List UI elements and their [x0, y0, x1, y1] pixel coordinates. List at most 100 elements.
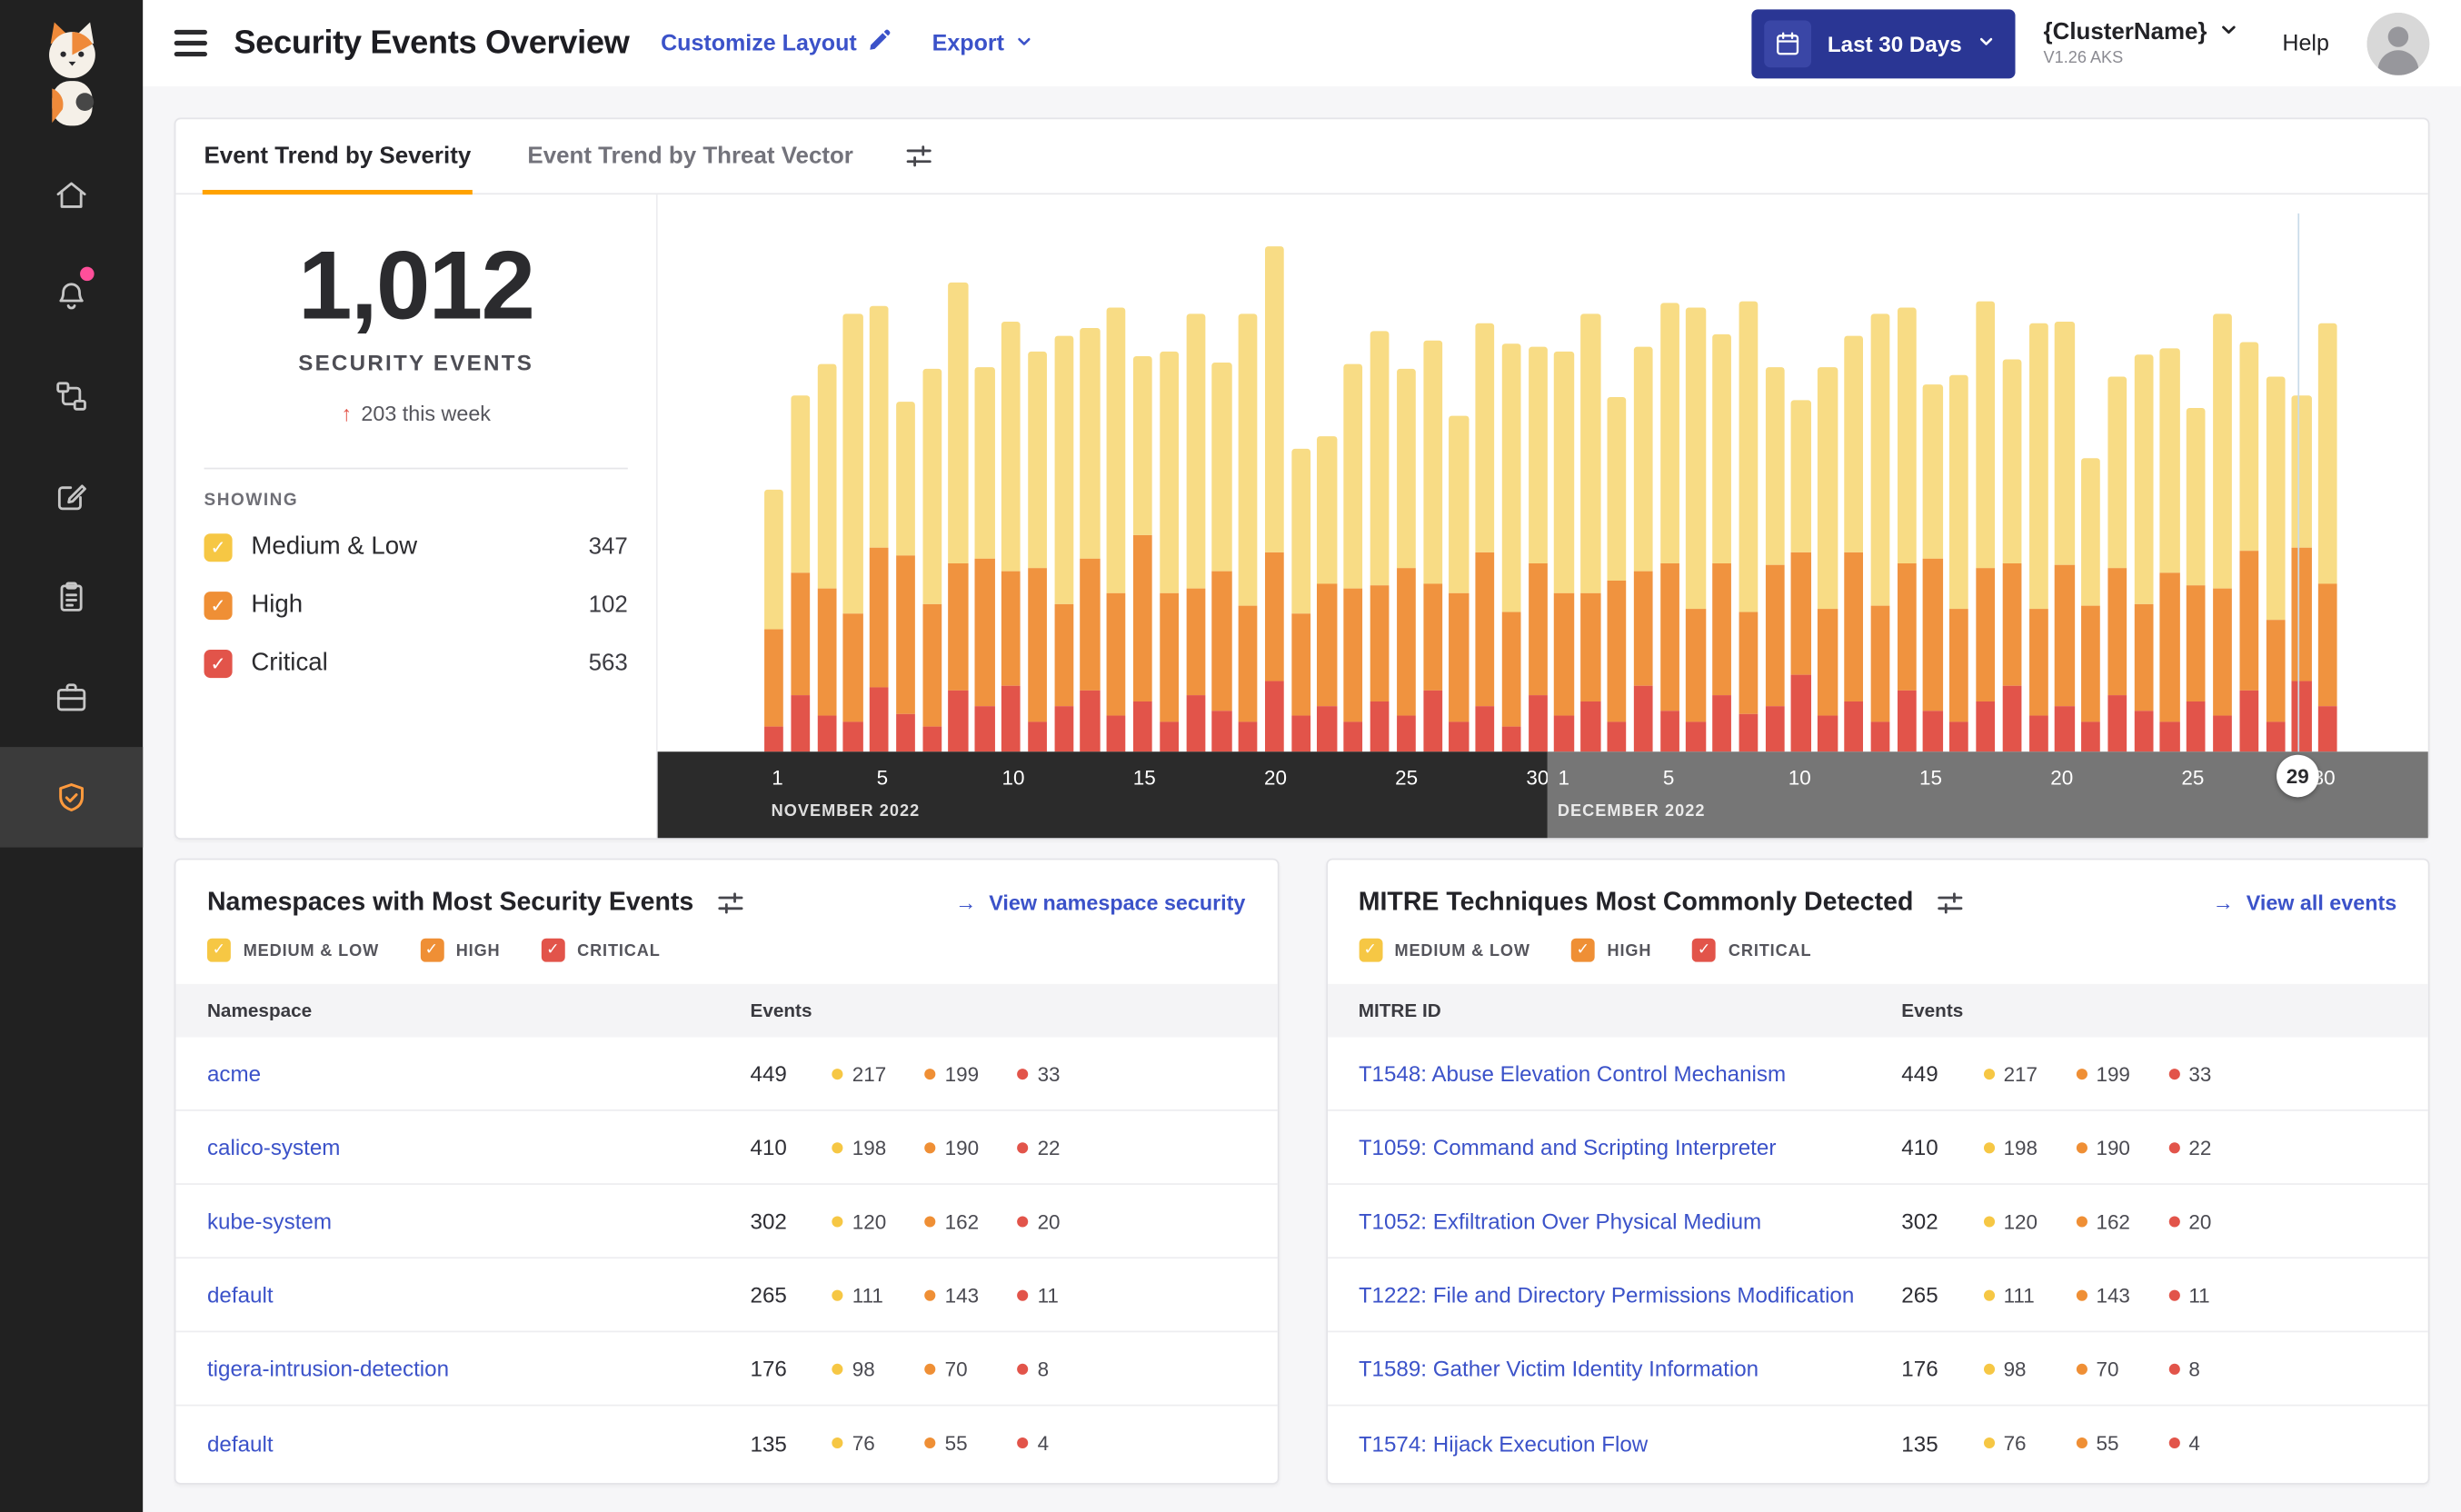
checkbox-checked[interactable]: ✓ — [206, 938, 231, 962]
checkbox-checked[interactable]: ✓ — [204, 649, 233, 678]
chart-bar[interactable] — [2081, 229, 2101, 752]
chart-settings-sliders-icon[interactable] — [903, 119, 933, 193]
row-link[interactable]: default — [207, 1282, 751, 1308]
help-link[interactable]: Help — [2282, 31, 2329, 56]
chart-bar[interactable] — [1264, 229, 1284, 752]
chart-bar[interactable] — [1659, 229, 1679, 752]
chart-bar[interactable] — [764, 229, 784, 752]
chart-bar[interactable] — [1211, 229, 1231, 752]
chart-bar[interactable] — [1422, 229, 1442, 752]
chart-bar[interactable] — [2239, 229, 2259, 752]
filter-high[interactable]: ✓ High — [1570, 938, 1652, 962]
chart-bar[interactable] — [791, 229, 811, 752]
checkbox-checked[interactable]: ✓ — [541, 938, 565, 962]
chart-bar[interactable] — [1027, 229, 1048, 752]
user-avatar[interactable] — [2366, 11, 2430, 75]
chart-bar[interactable] — [1106, 229, 1127, 752]
sidebar-item-security-events[interactable] — [0, 747, 144, 848]
row-link[interactable]: default — [207, 1430, 751, 1456]
checkbox-checked[interactable]: ✓ — [1358, 938, 1382, 962]
chart-bar[interactable] — [1132, 229, 1153, 752]
card-settings-sliders-icon[interactable] — [1936, 889, 1966, 919]
checkbox-checked[interactable]: ✓ — [1570, 938, 1595, 962]
chart-bar[interactable] — [1001, 229, 1021, 752]
filter-critical[interactable]: ✓ Critical — [1692, 938, 1811, 962]
chart-bar[interactable] — [1712, 229, 1732, 752]
export-button[interactable]: Export — [932, 31, 1032, 55]
calico-cat-logo[interactable] — [25, 13, 116, 129]
checkbox-checked[interactable]: ✓ — [204, 591, 233, 620]
chart-bar[interactable] — [1607, 229, 1627, 752]
chart-bar[interactable] — [948, 229, 969, 752]
filter-high[interactable]: ✓ High — [419, 938, 501, 962]
filter-medium-low[interactable]: ✓ Medium & Low — [206, 938, 379, 962]
legend-toggle-medium-low[interactable]: ✓ Medium & Low 347 — [204, 518, 628, 576]
chart-bar[interactable] — [1844, 229, 1864, 752]
filter-critical[interactable]: ✓ Critical — [541, 938, 660, 962]
legend-toggle-critical[interactable]: ✓ Critical 563 — [204, 634, 628, 692]
sidebar-item-workloads[interactable] — [0, 647, 143, 748]
chart-bar[interactable] — [1449, 229, 1469, 752]
chart-bar[interactable] — [2187, 229, 2207, 752]
chart-bar[interactable] — [1739, 229, 1759, 752]
chart-bar[interactable] — [974, 229, 995, 752]
cluster-selector[interactable]: {ClusterName} V1.26 AKS — [2044, 19, 2239, 67]
chart-bar[interactable] — [1370, 229, 1390, 752]
filter-medium-low[interactable]: ✓ Medium & Low — [1358, 938, 1530, 962]
tab-event-trend-by-severity[interactable]: Event Trend by Severity — [175, 119, 499, 195]
sidebar-item-service-graph[interactable] — [0, 345, 143, 446]
view-all-events-link[interactable]: → View all events — [2213, 891, 2397, 915]
chart-bar[interactable] — [1317, 229, 1337, 752]
sidebar-item-alerts[interactable] — [0, 244, 143, 345]
chart-bar[interactable] — [2107, 229, 2127, 752]
chart-bar[interactable] — [1870, 229, 1890, 752]
chart-bar[interactable] — [1290, 229, 1310, 752]
row-link[interactable]: calico-system — [207, 1135, 751, 1160]
chart-bar[interactable] — [1791, 229, 1811, 752]
sidebar-item-home[interactable] — [0, 144, 143, 245]
chart-bar[interactable] — [1818, 229, 1838, 752]
chart-bar[interactable] — [1554, 229, 1574, 752]
chart-bar[interactable] — [2266, 229, 2286, 752]
chart-bar[interactable] — [1080, 229, 1101, 752]
chart-bar[interactable] — [1897, 229, 1917, 752]
chart-bar[interactable] — [1185, 229, 1205, 752]
chart-bar[interactable] — [2002, 229, 2022, 752]
chart-bar[interactable] — [2055, 229, 2075, 752]
chart-bar[interactable] — [1580, 229, 1600, 752]
chart-bar[interactable] — [1159, 229, 1180, 752]
customize-layout-button[interactable]: Customize Layout — [661, 28, 892, 58]
chart-bar[interactable] — [1343, 229, 1363, 752]
row-link[interactable]: T1574: Hijack Execution Flow — [1359, 1430, 1902, 1456]
chart-bar[interactable] — [1976, 229, 1996, 752]
menu-icon[interactable] — [174, 30, 207, 56]
chart-bar[interactable] — [2160, 229, 2180, 752]
chart-bar[interactable] — [843, 229, 863, 752]
row-link[interactable]: T1589: Gather Victim Identity Informatio… — [1359, 1356, 1902, 1381]
row-link[interactable]: T1059: Command and Scripting Interpreter — [1359, 1135, 1902, 1160]
chart-bar[interactable] — [1396, 229, 1416, 752]
chart-bar[interactable] — [2213, 229, 2233, 752]
chart-bar[interactable] — [869, 229, 890, 752]
view-namespace-security-link[interactable]: → View namespace security — [955, 891, 1245, 915]
selected-day-marker[interactable]: 29 — [2276, 754, 2319, 798]
chart-bar[interactable] — [1501, 229, 1521, 752]
chart-bar[interactable] — [1949, 229, 1969, 752]
row-link[interactable]: tigera-intrusion-detection — [207, 1356, 751, 1381]
chart-bar[interactable] — [1686, 229, 1706, 752]
row-link[interactable]: kube-system — [207, 1209, 751, 1234]
legend-toggle-high[interactable]: ✓ High 102 — [204, 576, 628, 634]
chart-bar[interactable] — [1765, 229, 1785, 752]
sidebar-item-compliance[interactable] — [0, 546, 143, 647]
tab-event-trend-by-threat-vector[interactable]: Event Trend by Threat Vector — [499, 119, 882, 193]
sidebar-item-policies[interactable] — [0, 445, 143, 546]
chart-bar[interactable] — [1475, 229, 1495, 752]
chart-bar[interactable] — [2318, 229, 2338, 752]
chart-bar[interactable] — [1528, 229, 1548, 752]
chart-bar[interactable] — [1923, 229, 1943, 752]
chart-bar[interactable] — [2134, 229, 2154, 752]
card-settings-sliders-icon[interactable] — [715, 889, 745, 919]
chart-bar[interactable] — [1238, 229, 1258, 752]
chart-bar[interactable] — [2292, 229, 2312, 752]
checkbox-checked[interactable]: ✓ — [1692, 938, 1717, 962]
